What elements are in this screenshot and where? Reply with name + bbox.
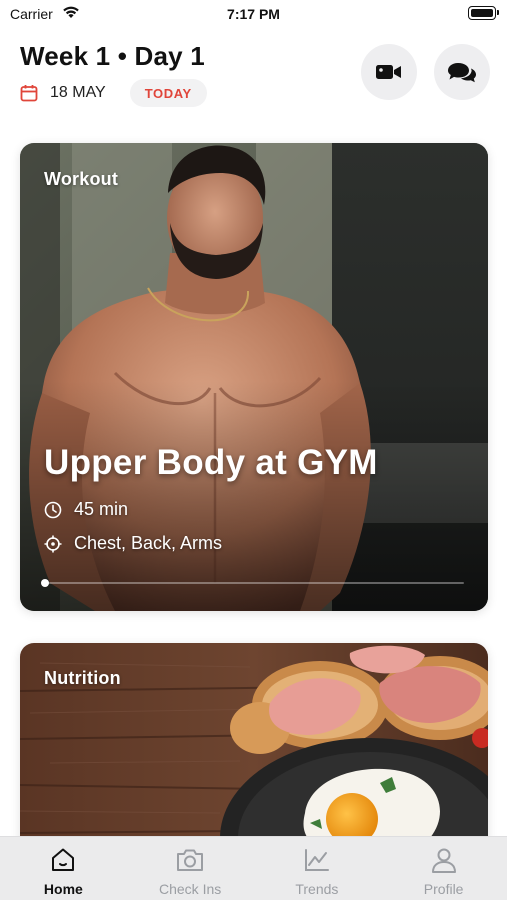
tab-check-ins[interactable]: Check Ins bbox=[127, 837, 254, 900]
tab-home[interactable]: Home bbox=[0, 837, 127, 900]
tab-trends[interactable]: Trends bbox=[254, 837, 381, 900]
profile-icon bbox=[430, 845, 458, 875]
workout-card[interactable]: Workout Upper Body at GYM 45 min Chest, … bbox=[20, 143, 488, 611]
home-icon bbox=[49, 845, 77, 875]
focus-row: Chest, Back, Arms bbox=[44, 533, 222, 554]
tab-check-ins-label: Check Ins bbox=[159, 881, 222, 897]
workout-duration: 45 min bbox=[74, 499, 129, 519]
clock-icon bbox=[44, 501, 62, 518]
calendar-icon bbox=[20, 85, 38, 102]
tab-trends-label: Trends bbox=[295, 881, 339, 897]
progress-indicator bbox=[41, 579, 49, 587]
tab-profile[interactable]: Profile bbox=[380, 837, 507, 900]
video-call-button[interactable] bbox=[361, 44, 417, 100]
card-gradient-overlay bbox=[20, 381, 488, 611]
today-button[interactable]: TODAY bbox=[129, 79, 207, 107]
date-row: 18 MAY TODAY bbox=[20, 79, 207, 107]
chat-button[interactable] bbox=[434, 44, 490, 100]
target-icon bbox=[44, 535, 62, 552]
status-bar: Carrier 7:17 PM bbox=[0, 0, 507, 30]
duration-row: 45 min bbox=[44, 499, 128, 520]
tab-profile-label: Profile bbox=[423, 881, 464, 897]
current-date: 18 MAY bbox=[50, 84, 106, 101]
bottom-tab-bar: Home Check Ins Trends Profile bbox=[0, 836, 507, 900]
chat-bubbles-icon bbox=[448, 63, 476, 83]
workout-progress-bar bbox=[41, 579, 464, 587]
trends-icon bbox=[303, 845, 331, 875]
workout-label: Workout bbox=[44, 169, 119, 189]
nutrition-label: Nutrition bbox=[44, 668, 121, 688]
tab-home-label: Home bbox=[43, 881, 83, 897]
workout-focus: Chest, Back, Arms bbox=[74, 533, 223, 553]
battery-icon bbox=[468, 6, 499, 20]
workout-title: Upper Body at GYM bbox=[44, 443, 378, 482]
page-title: Week 1 • Day 1 bbox=[20, 41, 205, 71]
status-time: 7:17 PM bbox=[227, 6, 280, 22]
camera-icon bbox=[175, 845, 205, 875]
video-camera-icon bbox=[376, 65, 401, 79]
